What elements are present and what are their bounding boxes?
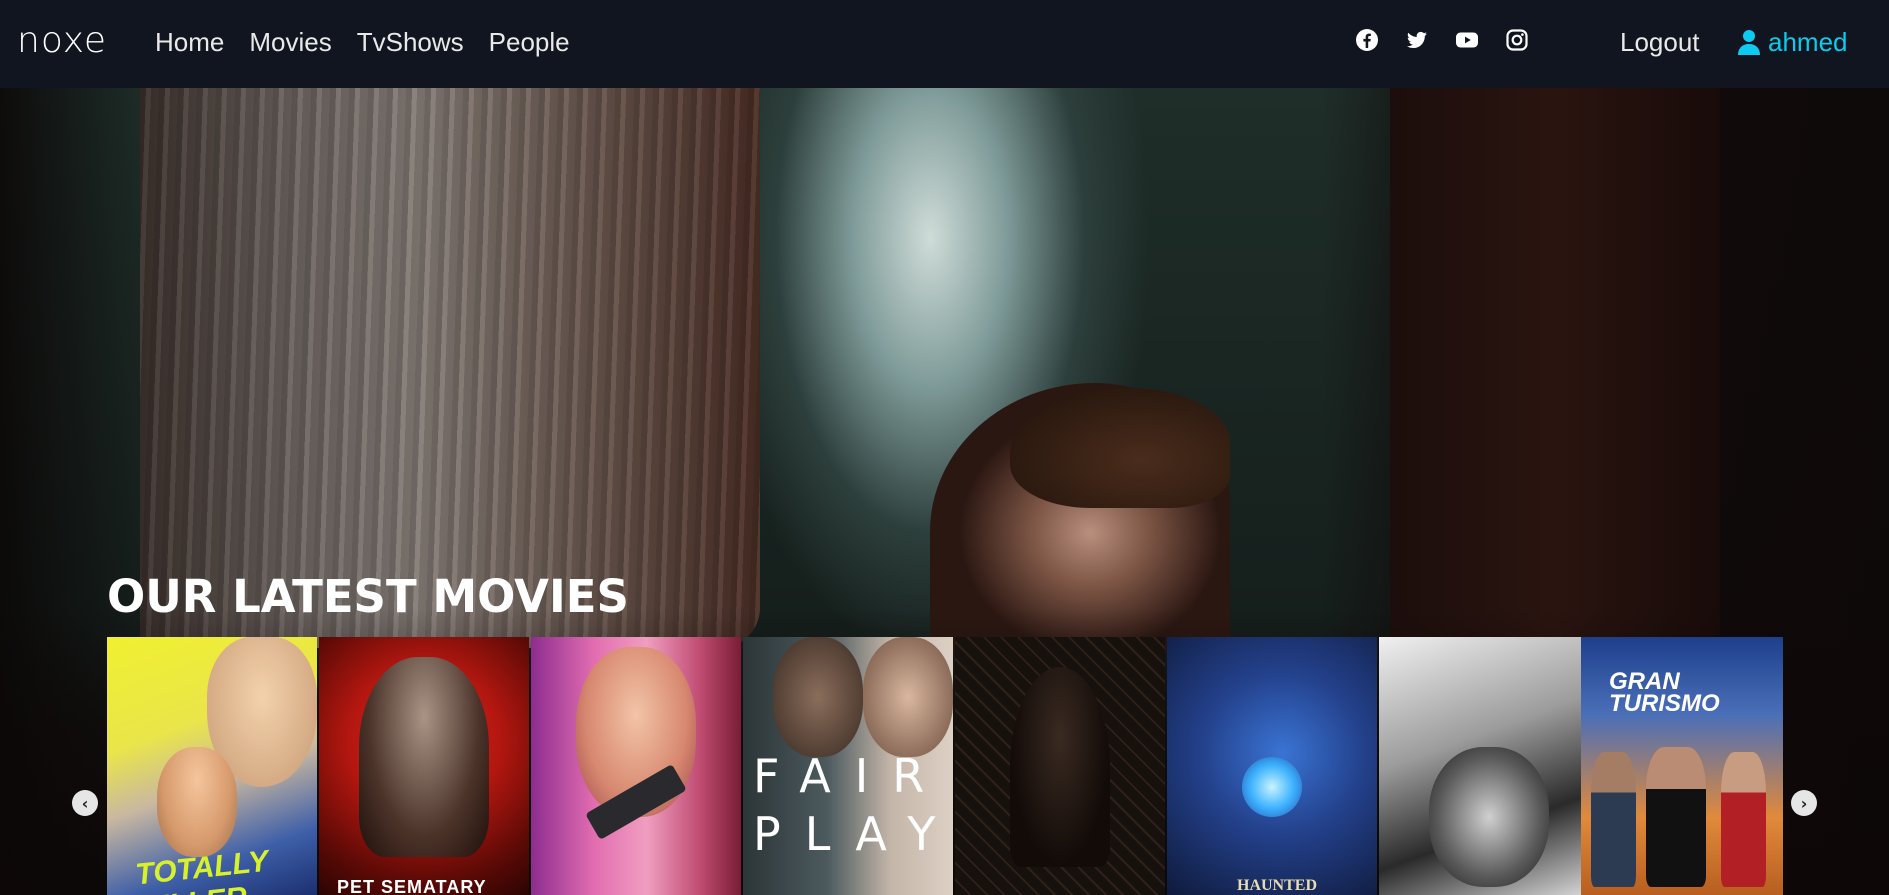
carousel-next-button[interactable]: › (1791, 790, 1817, 816)
brand-logo[interactable]: noxe (17, 16, 107, 66)
nav-tvshows[interactable]: TvShows (357, 24, 464, 60)
carousel-prev-button[interactable]: ‹ (72, 790, 98, 816)
movie-carousel: TOTALLY KILLER PET SEMATARY FAIR PLAY HA… (107, 637, 1783, 895)
hero-tree-trunk (140, 88, 760, 648)
twitter-icon[interactable] (1405, 28, 1429, 52)
movie-poster[interactable]: TOTALLY KILLER (107, 637, 317, 895)
user-icon (1738, 30, 1760, 55)
social-links (1355, 28, 1529, 52)
logout-link[interactable]: Logout (1620, 24, 1700, 60)
poster-title: HAUNTED (1237, 877, 1318, 894)
navbar: noxe Home Movies TvShows People Logout a… (0, 0, 1889, 88)
movie-poster[interactable] (955, 637, 1165, 895)
poster-title: FAIR PLAY (753, 749, 953, 861)
movie-poster[interactable]: PET SEMATARY (319, 637, 529, 895)
instagram-icon[interactable] (1505, 28, 1529, 52)
section-title: OUR LATEST MOVIES (107, 570, 629, 623)
poster-title: TOTALLY KILLER (133, 844, 270, 895)
movie-poster[interactable]: GRAN TURISMO (1581, 637, 1783, 895)
hero-dark-trunk (1390, 88, 1720, 648)
nav-movies[interactable]: Movies (249, 24, 331, 60)
nav-home[interactable]: Home (155, 24, 224, 60)
youtube-icon[interactable] (1455, 28, 1479, 52)
username: ahmed (1768, 27, 1848, 57)
movie-poster[interactable] (531, 637, 741, 895)
poster-title: GRAN TURISMO (1609, 668, 1720, 717)
user-profile-link[interactable]: ahmed (1738, 24, 1848, 60)
movie-poster[interactable]: FAIR PLAY (743, 637, 953, 895)
facebook-icon[interactable] (1355, 28, 1379, 52)
main-nav: Home Movies TvShows People (155, 24, 570, 60)
movie-poster[interactable] (1379, 637, 1589, 895)
nav-people[interactable]: People (489, 24, 570, 60)
movie-poster[interactable]: HAUNTED (1167, 637, 1377, 895)
poster-title: PET SEMATARY (337, 877, 487, 895)
